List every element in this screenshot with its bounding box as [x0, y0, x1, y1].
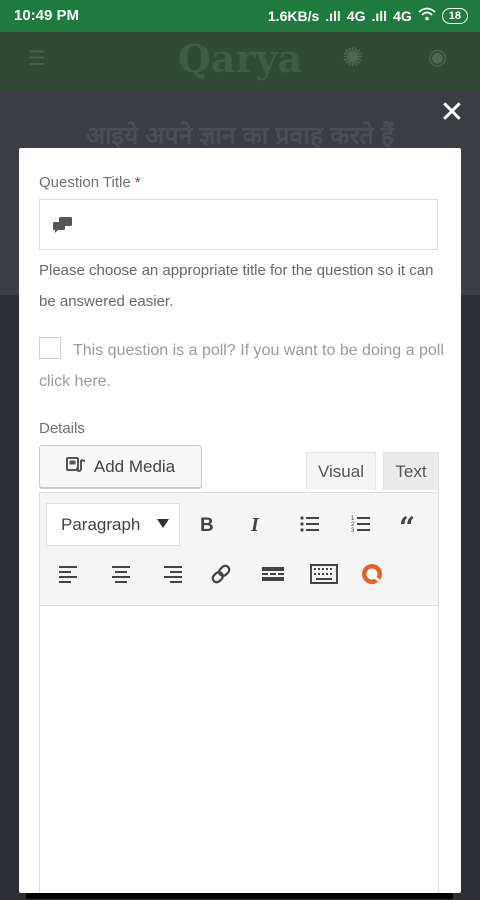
user-icon: ◉ — [428, 44, 448, 69]
app-logo-title: Qarya — [177, 36, 303, 81]
poll-checkbox[interactable] — [39, 337, 61, 359]
numbered-list-icon[interactable]: 123 — [346, 509, 376, 539]
question-bubbles-icon — [52, 216, 74, 234]
add-media-label: Add Media — [93, 456, 176, 476]
network-speed: 1.6KB/s — [267, 7, 320, 24]
question-title-label-text: Question Title — [39, 174, 131, 191]
details-label: Details — [39, 420, 85, 437]
link-icon[interactable] — [206, 559, 236, 589]
align-right-icon[interactable] — [157, 559, 187, 589]
svg-text:B: B — [200, 515, 214, 533]
svg-text:3: 3 — [351, 528, 355, 533]
tab-text[interactable]: Text — [383, 452, 439, 490]
status-time: 10:49 PM — [14, 7, 80, 24]
dropdown-caret-icon — [157, 519, 169, 528]
add-media-button[interactable]: Add Media — [39, 445, 202, 488]
bold-icon[interactable]: B — [192, 509, 222, 539]
media-icon — [65, 454, 86, 479]
required-mark: * — [134, 174, 141, 191]
blockquote-icon[interactable]: “ — [395, 509, 425, 539]
sim1-network: 4G — [346, 7, 366, 24]
banner-text: आइये अपने ज्ञान का प्रवाह करते हैं — [85, 122, 395, 150]
svg-text:I: I — [250, 515, 260, 533]
app-header: ☰ Qarya ✺ ◉ — [0, 32, 480, 90]
signal-icon: .ıll — [325, 7, 341, 24]
question-title-label: Question Title * — [39, 174, 141, 191]
battery-icon: 18 — [441, 7, 468, 24]
read-more-icon[interactable] — [258, 559, 288, 589]
rich-text-editor: Paragraph B I 123 “ — [39, 492, 439, 893]
editor-toolbar: Paragraph B I 123 “ — [40, 493, 438, 606]
format-select-value: Paragraph — [61, 514, 141, 534]
close-icon[interactable]: ✕ — [438, 98, 466, 128]
sim2-network: 4G — [393, 7, 412, 24]
signal-icon: .ıll — [371, 7, 388, 24]
gesture-bar — [26, 893, 453, 899]
italic-icon[interactable]: I — [242, 509, 272, 539]
wifi-icon — [418, 7, 436, 24]
editor-content-area[interactable] — [40, 606, 438, 893]
language-globe-icon: ✺ — [342, 42, 364, 72]
align-center-icon[interactable] — [106, 559, 136, 589]
svg-text:“: “ — [399, 515, 415, 533]
plugin-icon[interactable] — [357, 559, 387, 589]
align-left-icon[interactable] — [54, 559, 84, 589]
format-select[interactable]: Paragraph — [46, 503, 180, 546]
poll-option: This question is a poll? If you want to … — [39, 335, 449, 397]
question-title-help: Please choose an appropriate title for t… — [39, 262, 434, 310]
tab-visual[interactable]: Visual — [306, 452, 376, 490]
toolbar-toggle-icon[interactable] — [307, 559, 341, 589]
status-bar: 10:49 PM 1.6KB/s .ıll 4G .ıll 4G 18 — [0, 0, 480, 32]
poll-label[interactable]: This question is a poll? If you want to … — [39, 342, 444, 390]
bulleted-list-icon[interactable] — [295, 509, 325, 539]
ask-question-modal: Question Title * Please choose an appropr… — [19, 148, 461, 893]
question-title-input[interactable] — [39, 199, 438, 250]
status-indicators: 1.6KB/s .ıll 4G .ıll 4G 18 — [268, 7, 468, 24]
